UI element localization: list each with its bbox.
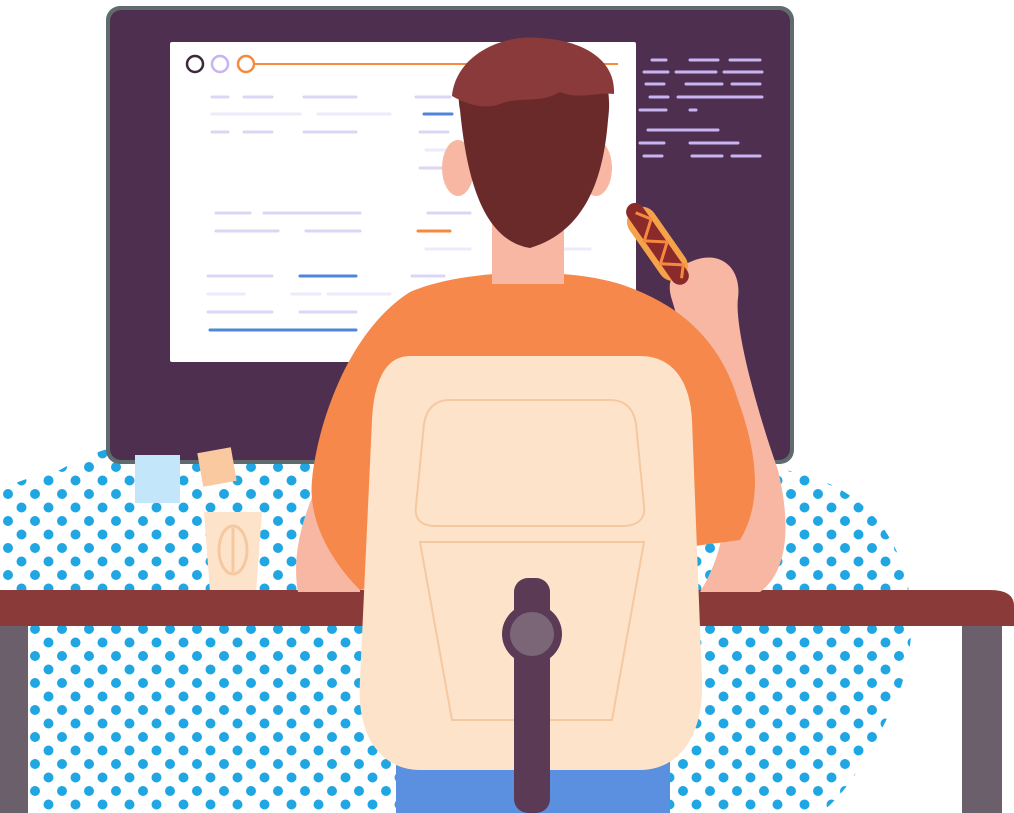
sticky-note-icon <box>135 455 180 503</box>
sticky-note-icon <box>197 447 237 487</box>
desk-leg-left <box>0 626 28 813</box>
desk-leg-right <box>962 626 1002 813</box>
developer-at-desk-illustration <box>0 6 1014 813</box>
chair <box>359 356 703 813</box>
coffee-cup-icon <box>204 512 262 592</box>
chair-knob <box>510 612 554 656</box>
illustration-stage <box>0 0 1014 813</box>
